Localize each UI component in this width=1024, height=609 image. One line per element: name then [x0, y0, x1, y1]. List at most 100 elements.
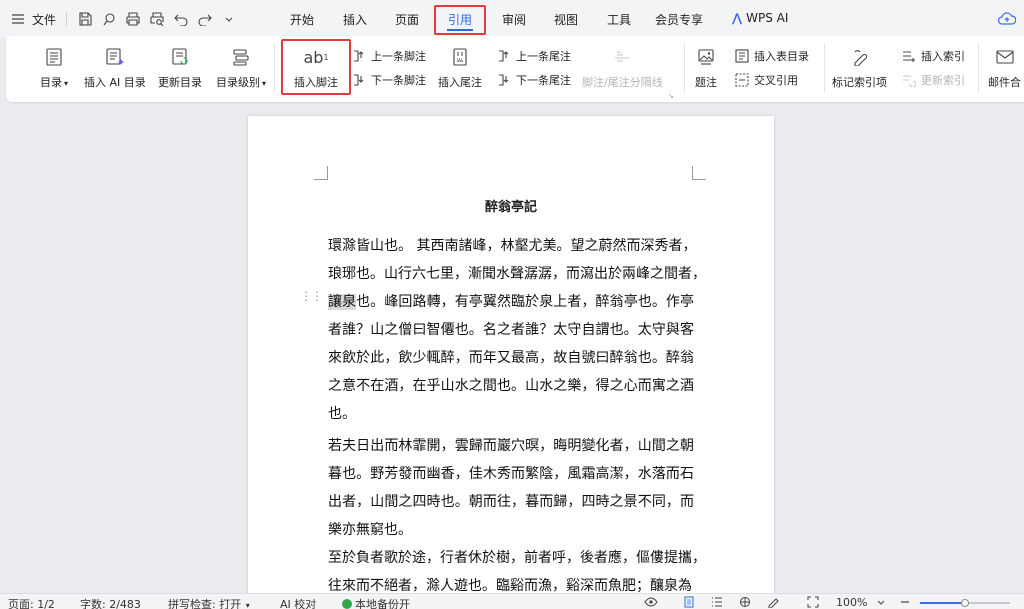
text-line[interactable]: 若夫日出而林霏開，雲歸而巖穴暝，晦明變化者，山間之朝: [328, 432, 694, 460]
prev-footnote-button[interactable]: 上一条脚注: [351, 48, 426, 64]
divider: [274, 44, 275, 92]
next-footnote-button[interactable]: 下一条脚注: [351, 72, 426, 88]
divider: [66, 12, 68, 26]
insert-ai-toc-label: 插入 AI 目录: [84, 76, 146, 89]
ai-toc-icon: [103, 45, 127, 69]
text-line[interactable]: 者誰？山之僧曰智僊也。名之者誰？太守自謂也。太守與客: [328, 316, 694, 344]
ai-proofread[interactable]: AI 校对: [280, 596, 316, 609]
text-line[interactable]: 來飲於此，飲少輒醉，而年又最高，故自號曰醉翁也。醉翁: [328, 344, 694, 372]
note-separator-button[interactable]: 脚注/尾注分隔线: [582, 45, 663, 90]
document-canvas[interactable]: 醉翁亭記 ⋮⋮ 環滁皆山也。 其西南諸峰，林壑尤美。望之蔚然而深秀者， 琅琊也。山…: [0, 104, 1024, 593]
prev-footnote-label: 上一条脚注: [371, 50, 426, 63]
hamburger-menu-icon[interactable]: [8, 9, 28, 29]
divider: [824, 44, 825, 92]
zoom-slider-knob[interactable]: [961, 599, 969, 607]
chevron-down-icon: ▾: [262, 79, 267, 88]
dialog-launcher-icon[interactable]: ↘: [668, 92, 674, 100]
zoom-out-icon[interactable]: [898, 595, 912, 609]
chevron-down-icon[interactable]: [219, 9, 239, 29]
save-icon[interactable]: [75, 9, 95, 29]
text-line[interactable]: 琅琊也。山行六七里，漸聞水聲潺潺，而瀉出於兩峰之間者，: [328, 260, 706, 288]
text-line[interactable]: 之意不在酒，在乎山水之間也。山水之樂，得之心而寓之酒: [328, 372, 694, 400]
document-title: 醉翁亭記: [484, 200, 537, 215]
toc-level-label: 目录级别: [216, 76, 260, 89]
share-icon[interactable]: [99, 9, 119, 29]
mark-index-icon: [848, 45, 872, 69]
tab-view[interactable]: 视图: [554, 11, 578, 28]
tab-page[interactable]: 页面: [395, 11, 419, 28]
toc-button[interactable]: 目录 ▾: [40, 45, 68, 90]
text-line[interactable]: 往來而不絕者，滁人遊也。臨谿而漁，谿深而魚肥；釀泉為: [328, 572, 694, 593]
next-endnote-button[interactable]: 下一条尾注: [496, 72, 571, 88]
insert-ai-toc-button[interactable]: 插入 AI 目录: [84, 45, 146, 90]
text-line[interactable]: 暮也。野芳發而幽香，佳木秀而繁陰，風霜高潔，水落而石: [328, 460, 694, 488]
document-page[interactable]: 醉翁亭記 ⋮⋮ 環滁皆山也。 其西南諸峰，林壑尤美。望之蔚然而深秀者， 琅琊也。山…: [248, 116, 774, 593]
menu-bar: 文件 开始 插入 页面 引用 审阅 视图 工具 会员专享 ⋀ WPS AI: [0, 0, 1024, 38]
backup-status[interactable]: 本地备份开: [342, 596, 410, 609]
caption-button[interactable]: 题注: [694, 45, 718, 90]
zoom-level[interactable]: 100%: [836, 596, 867, 609]
divider: [684, 44, 685, 92]
eye-icon[interactable]: [644, 595, 658, 609]
prev-endnote-icon: [496, 48, 512, 64]
print-preview-icon[interactable]: [147, 9, 167, 29]
fit-page-icon[interactable]: [806, 595, 820, 609]
next-footnote-icon: [351, 72, 367, 88]
status-bar: 页面: 1/2 字数: 2/483 拼写检查: 打开 ▾ AI 校对 本地备份开…: [0, 593, 1024, 609]
tab-home[interactable]: 开始: [290, 11, 314, 28]
paragraph[interactable]: 若夫日出而林霏開，雲歸而巖穴暝，晦明變化者，山間之朝 暮也。野芳發而幽香，佳木秀而…: [328, 432, 694, 544]
web-view-icon[interactable]: [738, 595, 752, 609]
page-count[interactable]: 页面: 1/2: [8, 596, 55, 609]
text-line[interactable]: 也。: [328, 400, 694, 428]
drag-handle-icon[interactable]: ⋮⋮: [300, 290, 323, 302]
update-toc-button[interactable]: 更新目录: [158, 45, 202, 90]
insert-table-of-figures-button[interactable]: 插入表目录: [734, 48, 809, 64]
cross-reference-button[interactable]: 交叉引用: [734, 72, 798, 88]
insert-endnote-button[interactable]: 插入尾注: [438, 45, 482, 90]
text-line[interactable]: 讓泉也。峰回路轉，有亭翼然臨於泉上者，醉翁亭也。作亭: [328, 288, 694, 316]
toc-level-button[interactable]: 目录级别 ▾: [216, 45, 266, 90]
mail-merge-button[interactable]: 邮件合: [988, 45, 1021, 90]
tab-insert[interactable]: 插入: [343, 11, 367, 28]
insert-index-button[interactable]: 插入索引: [901, 48, 965, 64]
spell-check-status[interactable]: 拼写检查: 打开 ▾: [168, 596, 250, 609]
cross-reference-label: 交叉引用: [754, 74, 798, 87]
print-icon[interactable]: [123, 9, 143, 29]
tab-wps-ai[interactable]: ⋀ WPS AI: [732, 11, 788, 25]
endnote-icon: [448, 45, 472, 69]
mark-index-entry-button[interactable]: 标记索引项: [832, 45, 887, 90]
text-run[interactable]: 也。峰回路轉，有亭翼然臨於泉上者，醉翁亭也。作亭: [356, 294, 694, 310]
toc-label: 目录: [40, 76, 62, 89]
spell-check-label: 拼写检查: 打开: [168, 598, 242, 609]
update-index-button[interactable]: 更新索引: [901, 72, 965, 88]
outline-view-icon[interactable]: [710, 595, 724, 609]
zoom-slider[interactable]: [920, 599, 1010, 607]
undo-icon[interactable]: [171, 9, 191, 29]
file-menu[interactable]: 文件: [32, 11, 56, 28]
crop-mark: [314, 166, 328, 180]
zoom-slider-fill: [920, 602, 965, 604]
prev-endnote-button[interactable]: 上一条尾注: [496, 48, 571, 64]
cloud-upload-icon[interactable]: [997, 9, 1017, 29]
pen-icon[interactable]: [766, 595, 780, 609]
redo-icon[interactable]: [195, 9, 215, 29]
cross-reference-icon: [734, 72, 750, 88]
mail-merge-label: 邮件合: [988, 76, 1021, 89]
text-line[interactable]: 環滁皆山也。 其西南諸峰，林壑尤美。望之蔚然而深秀者，: [328, 232, 696, 260]
tab-member[interactable]: 会员专享: [655, 11, 703, 28]
update-toc-icon: [168, 45, 192, 69]
selected-text[interactable]: 讓泉: [328, 294, 357, 310]
paragraph[interactable]: 至於負者歌於途，行者休於樹，前者呼，後者應，傴僂提攜， 往來而不絕者，滁人遊也。臨…: [328, 544, 706, 593]
page-view-icon[interactable]: [682, 595, 696, 609]
chevron-down-icon: ▾: [64, 79, 69, 88]
tab-tools[interactable]: 工具: [607, 11, 631, 28]
text-line[interactable]: 樂亦無窮也。: [328, 516, 694, 544]
word-count[interactable]: 字数: 2/483: [80, 596, 141, 609]
chevron-down-icon[interactable]: [874, 595, 888, 609]
prev-endnote-label: 上一条尾注: [516, 50, 571, 63]
paragraph[interactable]: 環滁皆山也。 其西南諸峰，林壑尤美。望之蔚然而深秀者， 琅琊也。山行六七里，漸聞水…: [328, 232, 706, 428]
prev-footnote-icon: [351, 48, 367, 64]
tab-review[interactable]: 审阅: [502, 11, 526, 28]
text-line[interactable]: 出者，山間之四時也。朝而往，暮而歸，四時之景不同，而: [328, 488, 694, 516]
text-line[interactable]: 至於負者歌於途，行者休於樹，前者呼，後者應，傴僂提攜，: [328, 544, 706, 572]
